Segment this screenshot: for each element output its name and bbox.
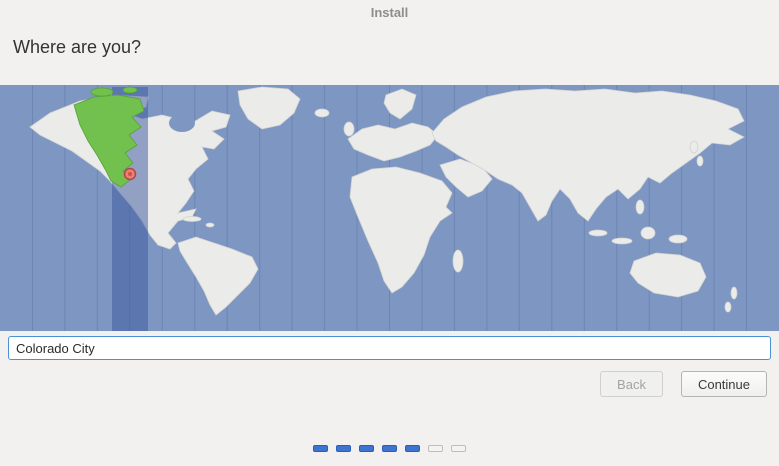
window-title: Install	[370, 5, 409, 20]
location-pin[interactable]	[123, 167, 137, 181]
island-java	[611, 237, 633, 245]
continue-button[interactable]: Continue	[680, 371, 767, 397]
island-new-guinea	[668, 234, 688, 244]
progress-segment	[336, 445, 351, 452]
island-japan-south	[696, 155, 704, 167]
progress-segment	[313, 445, 328, 452]
installer-window: Install Where are you? Colorado City Bac…	[0, 0, 779, 466]
progress-segment	[382, 445, 397, 452]
island-new-zealand-north	[730, 286, 738, 300]
progress-indicator	[0, 445, 779, 452]
progress-segment	[451, 445, 466, 452]
page-heading: Where are you?	[13, 37, 142, 57]
back-button[interactable]: Back	[600, 371, 663, 397]
timezone-map[interactable]	[0, 85, 779, 331]
island-new-zealand-south	[724, 301, 732, 313]
island-iceland	[314, 108, 330, 118]
progress-segment	[359, 445, 374, 452]
island-japan-north	[689, 140, 699, 154]
island-sumatra	[588, 229, 608, 237]
progress-segment	[405, 445, 420, 452]
island-madagascar	[452, 249, 464, 273]
location-input[interactable]	[8, 336, 771, 360]
island-britain	[343, 121, 355, 137]
navigation-buttons: Back Continue	[600, 371, 767, 397]
island-philippines	[635, 199, 645, 215]
island-hispaniola	[205, 222, 215, 228]
hudson-bay	[169, 114, 195, 132]
progress-segment	[428, 445, 443, 452]
island-cuba	[182, 216, 202, 222]
island-borneo	[640, 226, 656, 240]
